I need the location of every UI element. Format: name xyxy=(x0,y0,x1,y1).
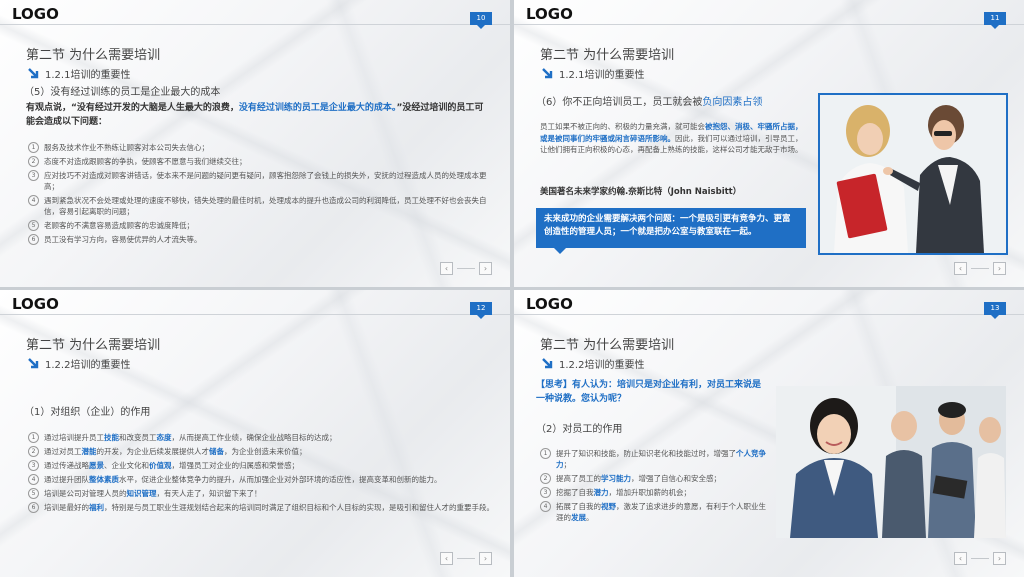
subtitle: 1.2.1培训的重要性 xyxy=(28,66,130,81)
point-heading: （2）对员工的作用 xyxy=(536,424,623,435)
prev-button[interactable]: ‹ xyxy=(440,552,453,565)
list-item: 6 培训是最好的福利，特别是与员工职业生涯规划结合起来的培训同时满足了组织目标和个… xyxy=(28,502,494,513)
next-button[interactable]: › xyxy=(993,552,1006,565)
page-number: 12 xyxy=(470,302,492,319)
point-heading: （6）你不正向培训员工，员工就会被负向因素占领 xyxy=(536,97,763,108)
arrow-down-right-icon xyxy=(28,357,39,368)
subtitle: 1.2.2培训的重要性 xyxy=(28,356,130,371)
org-benefit-list: 1 通过培训提升员工技能和改变员工态度，从而提高工作业绩，确保企业战略目标的达成；… xyxy=(28,432,494,516)
list-item: 2 通过对员工潜能的开发，为企业后续发展提供人才储备，为企业创造未来价值； xyxy=(28,446,494,457)
intro-paragraph: 有观点说，“没有经过开发的大脑是人生最大的浪费，没有经过训练的员工是企业最大的成… xyxy=(26,101,492,129)
next-button[interactable]: › xyxy=(479,262,492,275)
page-number: 11 xyxy=(984,12,1006,29)
prev-button[interactable]: ‹ xyxy=(954,552,967,565)
list-item: 2 提高了员工的学习能力，增强了自信心和安全感； xyxy=(540,473,768,484)
slide-nav: ‹ › xyxy=(440,552,492,565)
logo: LOGO xyxy=(526,5,573,23)
photo-illustration xyxy=(776,386,1006,538)
business-women-photo xyxy=(818,93,1008,255)
logo: LOGO xyxy=(12,5,59,23)
section-title: 第二节 为什么需要培训 xyxy=(26,48,161,63)
subtitle-text: 1.2.1培训的重要性 xyxy=(45,70,131,81)
business-team-photo xyxy=(776,386,1006,538)
list-item: 3 挖掘了自我潜力，增加升职加薪的机会； xyxy=(540,487,768,498)
header-divider xyxy=(0,314,510,315)
point-heading: （1）对组织（企业）的作用 xyxy=(24,407,151,418)
slide-nav: ‹ › xyxy=(954,552,1006,565)
subtitle-text: 1.2.1培训的重要性 xyxy=(559,70,645,81)
prev-button[interactable]: ‹ xyxy=(954,262,967,275)
list-item: 4 遇到紧急状况不会处理或处理的速度不够快，错失处理的最佳时机，处理成本的提升也造… xyxy=(28,195,494,217)
slide-10: LOGO 10 第二节 为什么需要培训 1.2.1培训的重要性 （5）没有经过训… xyxy=(0,0,510,287)
list-item: 6 员工没有学习方向，容易使优异的人才流失等。 xyxy=(28,234,494,245)
arrow-down-right-icon xyxy=(542,67,553,78)
list-item: 2 态度不对造成跟顾客的争执，使顾客不愿意与我们继续交往； xyxy=(28,156,494,167)
page-number: 13 xyxy=(984,302,1006,319)
logo: LOGO xyxy=(12,295,59,313)
point-heading: （5）没有经过训练的员工是企业最大的成本 xyxy=(24,87,221,98)
point-highlight: 负向因素占领 xyxy=(702,97,763,108)
list-item: 1 服务及技术作业不熟练让顾客对本公司失去信心； xyxy=(28,142,494,153)
subtitle: 1.2.2培训的重要性 xyxy=(542,356,644,371)
list-item: 1 通过培训提升员工技能和改变员工态度，从而提高工作业绩，确保企业战略目标的达成； xyxy=(28,432,494,443)
list-item: 5 培训是公司对管理人员的知识管理，有天人走了，知识留下来了！ xyxy=(28,488,494,499)
list-item: 5 老顾客的不满意容易造成顾客的忠诚度降低； xyxy=(28,220,494,231)
prev-button[interactable]: ‹ xyxy=(440,262,453,275)
body-paragraph: 员工如果不被正向的、积极的力量充满，就可能会被抱怨、消极、牢骚所占据，或是被同事… xyxy=(540,122,803,154)
slide-nav: ‹ › xyxy=(440,262,492,275)
quote-author: 美国著名未来学家约翰.奈斯比特（John Naisbitt） xyxy=(540,187,742,197)
intro-highlight: 没有经过训练的员工是企业最大的成本。 xyxy=(238,103,397,113)
arrow-down-right-icon xyxy=(542,357,553,368)
think-question: 【思考】有人认为：培训只是对企业有利，对员工来说是一种说教。您认为呢？ xyxy=(536,380,762,404)
subtitle-text: 1.2.2培训的重要性 xyxy=(45,360,131,371)
subtitle: 1.2.1培训的重要性 xyxy=(542,66,644,81)
header-divider xyxy=(514,24,1024,25)
slide-11: LOGO 11 第二节 为什么需要培训 1.2.1培训的重要性 （6）你不正向培… xyxy=(514,0,1024,287)
intro-part-1: 有观点说，“没有经过开发的大脑是人生最大的浪费， xyxy=(26,103,239,113)
quote-box: 未来成功的企业需要解决两个问题：一个是吸引更有竞争力、更富创造性的管理人员；一个… xyxy=(536,208,806,248)
next-button[interactable]: › xyxy=(479,552,492,565)
logo: LOGO xyxy=(526,295,573,313)
section-title: 第二节 为什么需要培训 xyxy=(540,338,675,353)
list-item: 3 通过传递战略愿景、企业文化和价值观，增强员工对企业的归属感和荣誉感； xyxy=(28,460,494,471)
slide-12: LOGO 12 第二节 为什么需要培训 1.2.2培训的重要性 （1）对组织（企… xyxy=(0,290,510,577)
list-item: 4 拓展了自我的视野，激发了追求进步的意愿，有利于个人职业生涯的发展。 xyxy=(540,501,768,523)
list-item: 3 应对技巧不对造成对顾客讲错话，使本来不是问题的疑问更有疑问，顾客抱怨除了会钱上… xyxy=(28,170,494,192)
photo-illustration xyxy=(820,95,1006,253)
slide-13: LOGO 13 第二节 为什么需要培训 1.2.2培训的重要性 【思考】有人认为… xyxy=(514,290,1024,577)
list-item: 4 通过提升团队整体素质水平，促进企业整体竞争力的提升，从而加强企业对外部环境的适… xyxy=(28,474,494,485)
employee-benefit-list: 1 提升了知识和技能，防止知识老化和技能过时，增强了个人竞争力； 2 提高了员工的学… xyxy=(540,448,768,526)
page-number: 10 xyxy=(470,12,492,29)
arrow-down-right-icon xyxy=(28,67,39,78)
section-title: 第二节 为什么需要培训 xyxy=(540,48,675,63)
problem-list: 1 服务及技术作业不熟练让顾客对本公司失去信心； 2 态度不对造成跟顾客的争执，使顾… xyxy=(28,142,494,248)
section-title: 第二节 为什么需要培训 xyxy=(26,338,161,353)
subtitle-text: 1.2.2培训的重要性 xyxy=(559,360,645,371)
slide-nav: ‹ › xyxy=(954,262,1006,275)
next-button[interactable]: › xyxy=(993,262,1006,275)
header-divider xyxy=(0,24,510,25)
header-divider xyxy=(514,314,1024,315)
quote-pointer xyxy=(554,248,566,254)
list-item: 1 提升了知识和技能，防止知识老化和技能过时，增强了个人竞争力； xyxy=(540,448,768,470)
